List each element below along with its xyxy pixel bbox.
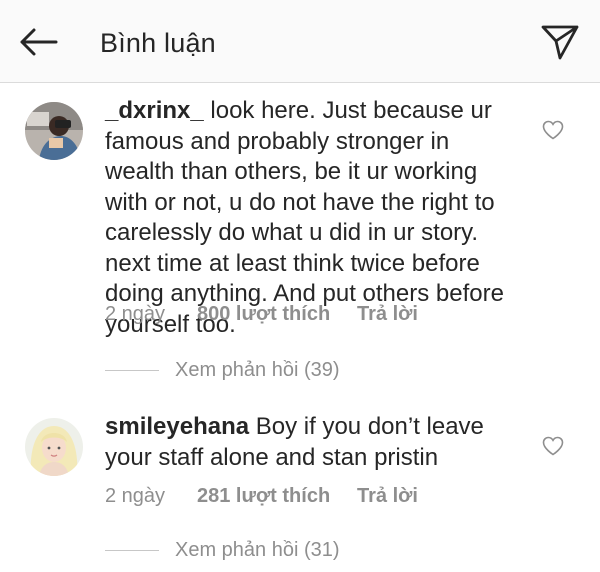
view-replies-button[interactable]: Xem phản hồi (39) <box>105 358 340 382</box>
like-button[interactable] <box>538 116 568 144</box>
heart-outline-icon <box>542 436 564 456</box>
view-replies-label: Xem phản hồi (39) <box>175 359 340 381</box>
divider-line <box>105 369 159 371</box>
comment-time: 2 ngày <box>105 485 166 507</box>
back-button[interactable] <box>14 20 62 64</box>
avatar[interactable] <box>25 418 83 476</box>
like-count[interactable]: 281 lượt thích <box>197 484 357 508</box>
comment-username[interactable]: _dxrinx_ <box>105 97 204 124</box>
heart-outline-icon <box>542 120 564 140</box>
like-button[interactable] <box>538 432 568 460</box>
divider-line <box>105 549 159 551</box>
avatar[interactable] <box>25 102 83 160</box>
share-button[interactable] <box>534 18 586 66</box>
paper-plane-icon <box>541 25 579 60</box>
comment-meta: 2 ngày 281 lượt thích Trả lời <box>105 484 418 508</box>
reply-button[interactable]: Trả lời <box>357 302 418 326</box>
arrow-left-icon <box>20 28 58 56</box>
reply-button[interactable]: Trả lời <box>357 484 418 508</box>
top-bar: Bình luận <box>0 0 600 83</box>
like-count[interactable]: 800 lượt thích <box>197 302 357 326</box>
page-title: Bình luận <box>100 28 216 58</box>
view-replies-label: Xem phản hồi (31) <box>175 539 340 561</box>
comment-body: smileyehana Boy if you don’t leave your … <box>105 412 525 473</box>
comment-meta: 2 ngày 800 lượt thích Trả lời <box>105 302 418 326</box>
comment-username[interactable]: smileyehana <box>105 413 249 440</box>
comment-time: 2 ngày <box>105 303 166 325</box>
view-replies-button[interactable]: Xem phản hồi (31) <box>105 538 340 562</box>
